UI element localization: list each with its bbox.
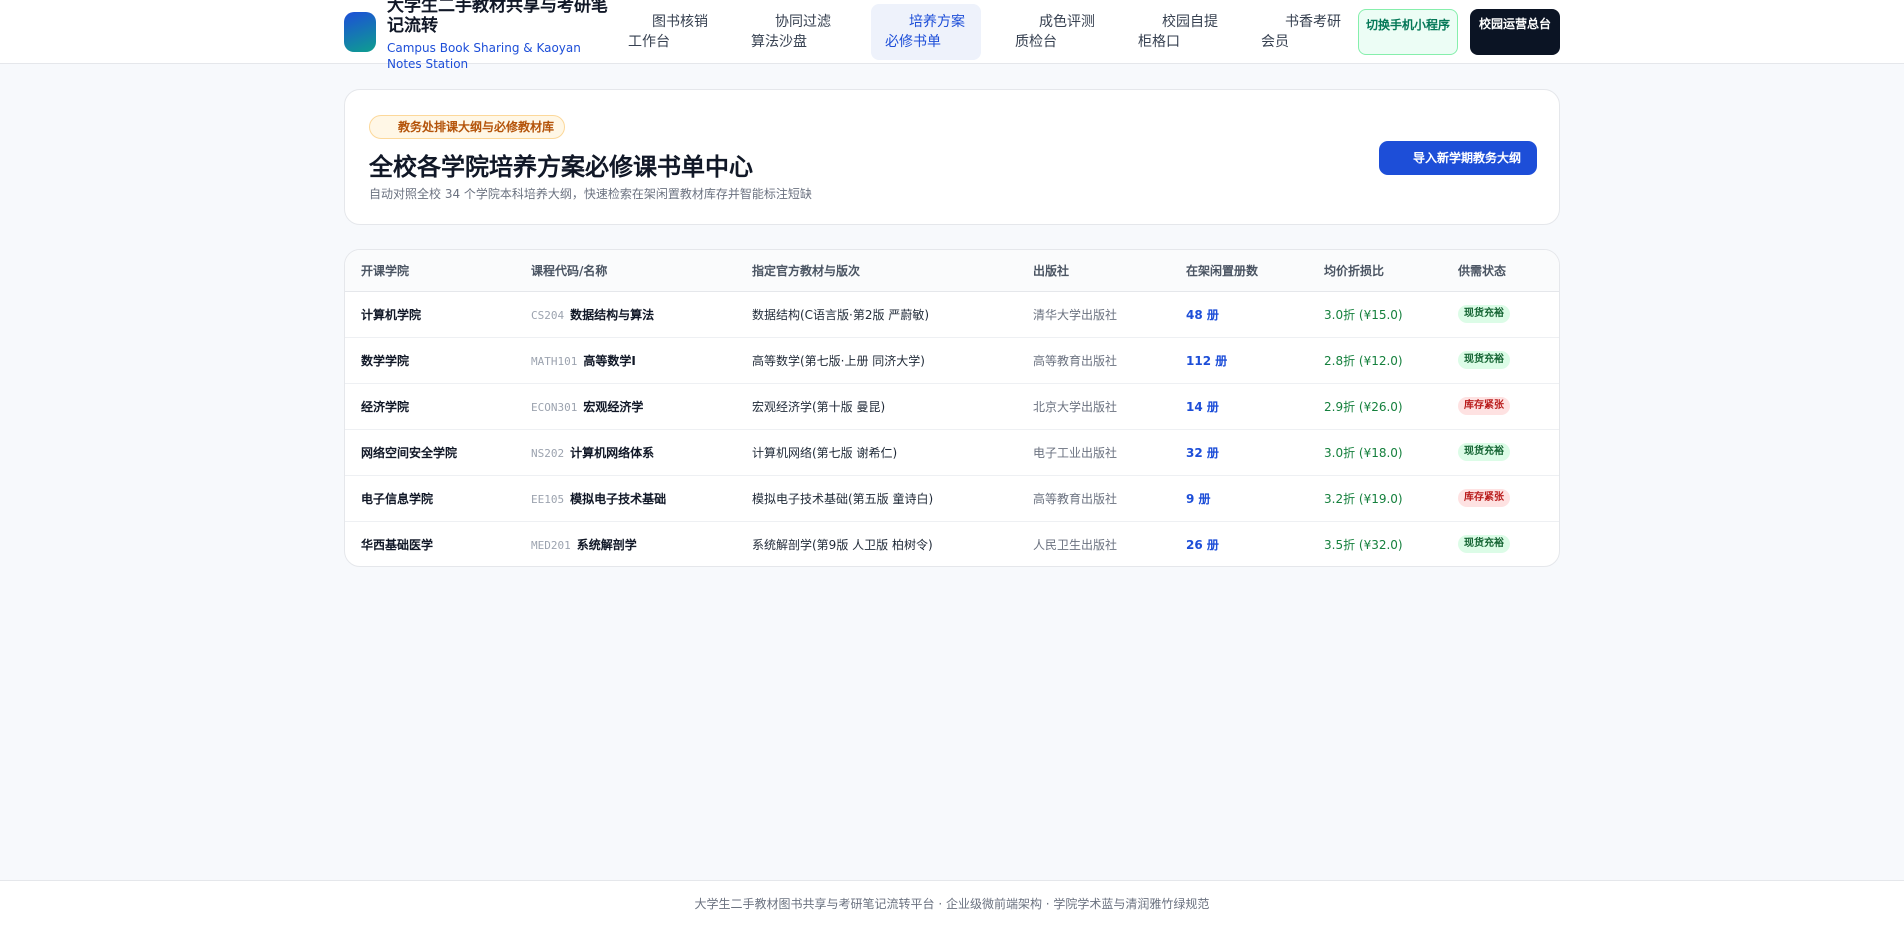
course-name: 宏观经济学 (583, 399, 644, 414)
cell-stock: 14 册 (1170, 383, 1308, 430)
header-inner: 大学生二手教材共享与考研笔记流转 Campus Book Sharing & K… (344, 0, 1560, 71)
hero-badge: 教务处排课大纲与必修教材库 (369, 115, 565, 139)
cell-textbook: 宏观经济学(第十版 曼昆) (736, 383, 1017, 430)
cell-status: 库存紧张 (1442, 475, 1559, 522)
nav-item-checkout-workbench[interactable]: 图书核销工作台 (614, 4, 724, 60)
cell-status: 库存紧张 (1442, 383, 1559, 430)
cell-publisher: 清华大学出版社 (1017, 291, 1170, 338)
top-header: 大学生二手教材共享与考研笔记流转 Campus Book Sharing & K… (0, 0, 1904, 71)
table-row[interactable]: 电子信息学院 EE105 模拟电子技术基础 模拟电子技术基础(第五版 童诗白) 高等教育… (345, 475, 1559, 522)
cell-stock: 26 册 (1186, 537, 1219, 552)
cell-course: NS202 计算机网络体系 (515, 429, 736, 476)
course-name: 模拟电子技术基础 (570, 491, 667, 506)
course-code: ECON301 (531, 400, 578, 414)
cell-course: ECON301 宏观经济学 (515, 383, 736, 430)
page-title: 全校各学院培养方案必修课书单中心 (369, 153, 753, 181)
cell-college: 网络空间安全学院 (345, 429, 515, 476)
page-description: 自动对照全校 34 个学院本科培养大纲，快速检索在架闲置教材库存并智能标注短缺 (369, 187, 812, 201)
cell-discount: 2.9折 (¥26.0) (1308, 383, 1442, 430)
column-header: 课程代码/名称 (515, 250, 736, 292)
cell-discount: 3.0折 (¥15.0) (1308, 291, 1442, 338)
cell-discount: 3.0折 (¥18.0) (1308, 429, 1442, 476)
cell-textbook: 计算机网络(第七版 谢希仁) (736, 429, 1017, 476)
nav-item-member[interactable]: 书香考研会员 (1247, 4, 1355, 60)
brand-subtitle: Campus Book Sharing & Kaoyan Notes Stati… (387, 41, 581, 71)
cell-college: 电子信息学院 (345, 475, 515, 522)
cell-stock: 32 册 (1170, 429, 1308, 476)
nav-item-required-booklist[interactable]: 培养方案必修书单 (871, 4, 981, 60)
ops-console-button[interactable]: 校园运营总台 (1470, 9, 1560, 55)
cell-course: MATH101 高等数学I (515, 337, 736, 384)
column-header: 均价折损比 (1308, 250, 1442, 292)
column-header: 在架闲置册数 (1170, 250, 1308, 292)
footer: 大学生二手教材图书共享与考研笔记流转平台 · 企业级微前端架构 · 学院学术蓝与… (0, 880, 1904, 929)
cell-status: 现货充裕 (1442, 429, 1559, 476)
cell-status: 现货充裕 (1442, 521, 1559, 566)
nav-item-condition-qc[interactable]: 成色评测质检台 (1001, 4, 1111, 60)
cell-discount: 3.5折 (¥32.0) (1324, 537, 1403, 552)
course-code: EE105 (531, 492, 565, 506)
cell-college: 数学学院 (345, 337, 515, 384)
brand-title: 大学生二手教材共享与考研笔记流转 (387, 0, 608, 36)
cell-publisher: 高等教育出版社 (1017, 337, 1170, 384)
import-syllabus-button[interactable]: 导入新学期教务大纲 (1379, 141, 1537, 175)
booklist-table: 开课学院 课程代码/名称 指定官方教材与版次 出版社 在架闲置册数 均价折损比 … (345, 250, 1559, 566)
column-header: 供需状态 (1442, 250, 1559, 292)
brand-logo-icon (344, 12, 376, 52)
course-name: 系统解剖学 (576, 537, 637, 552)
course-name: 数据结构与算法 (570, 307, 655, 322)
cell-publisher: 人民卫生出版社 (1033, 537, 1118, 552)
cell-publisher: 北京大学出版社 (1017, 383, 1170, 430)
cell-status: 现货充裕 (1442, 291, 1559, 338)
course-code: MATH101 (531, 354, 578, 368)
course-code: NS202 (531, 446, 565, 460)
cell-status: 现货充裕 (1442, 337, 1559, 384)
status-badge: 现货充裕 (1458, 443, 1510, 461)
table-header-row: 开课学院 课程代码/名称 指定官方教材与版次 出版社 在架闲置册数 均价折损比 … (345, 250, 1559, 292)
cell-course: MED201 系统解剖学 (515, 521, 736, 566)
cell-publisher: 电子工业出版社 (1017, 429, 1170, 476)
course-name: 计算机网络体系 (570, 445, 655, 460)
status-badge: 库存紧张 (1458, 397, 1510, 415)
cell-college: 华西基础医学 (361, 537, 434, 552)
cell-stock: 112 册 (1170, 337, 1308, 384)
cell-textbook: 高等数学(第七版·上册 同济大学) (736, 337, 1017, 384)
cell-discount: 3.2折 (¥19.0) (1308, 475, 1442, 522)
cell-college: 计算机学院 (345, 291, 515, 338)
course-code: CS204 (531, 308, 565, 322)
column-header: 出版社 (1017, 250, 1170, 292)
cell-textbook: 数据结构(C语言版·第2版 严蔚敏) (736, 291, 1017, 338)
switch-miniprogram-button[interactable]: 切换手机小程序 (1358, 9, 1458, 55)
status-badge: 库存紧张 (1458, 489, 1510, 507)
nav-item-cf-sandbox[interactable]: 协同过滤算法沙盘 (737, 4, 847, 60)
column-header: 开课学院 (345, 250, 515, 292)
status-badge: 现货充裕 (1458, 535, 1510, 554)
cell-discount: 2.8折 (¥12.0) (1308, 337, 1442, 384)
booklist-table-card: 开课学院 课程代码/名称 指定官方教材与版次 出版社 在架闲置册数 均价折损比 … (344, 249, 1560, 567)
cell-course: EE105 模拟电子技术基础 (515, 475, 736, 522)
table-row[interactable]: 经济学院 ECON301 宏观经济学 宏观经济学(第十版 曼昆) 北京大学出版社 14 册… (345, 383, 1559, 430)
cell-stock: 9 册 (1170, 475, 1308, 522)
cell-course: CS204 数据结构与算法 (515, 291, 736, 338)
course-code: MED201 (531, 538, 571, 552)
course-name: 高等数学I (583, 353, 636, 368)
cell-textbook: 模拟电子技术基础(第五版 童诗白) (736, 475, 1017, 522)
hero-card: 教务处排课大纲与必修教材库 全校各学院培养方案必修课书单中心 自动对照全校 34… (344, 89, 1560, 225)
cell-textbook: 系统解剖学(第9版 人卫版 柏树令) (752, 537, 933, 552)
status-badge: 现货充裕 (1458, 305, 1510, 323)
cell-college: 经济学院 (345, 383, 515, 430)
column-header: 指定官方教材与版次 (736, 250, 1017, 292)
table-row[interactable]: 计算机学院 CS204 数据结构与算法 数据结构(C语言版·第2版 严蔚敏) 清华大学出… (345, 291, 1559, 338)
cell-publisher: 高等教育出版社 (1017, 475, 1170, 522)
nav-item-pickup-locker[interactable]: 校园自提柜格口 (1124, 4, 1234, 60)
table-row[interactable]: 网络空间安全学院 NS202 计算机网络体系 计算机网络(第七版 谢希仁) 电子工业出版… (345, 429, 1559, 476)
status-badge: 现货充裕 (1458, 351, 1510, 369)
table-row[interactable]: 数学学院 MATH101 高等数学I 高等数学(第七版·上册 同济大学) 高等教育出版社… (345, 337, 1559, 384)
table-row[interactable]: 华西基础医学 MED201 系统解剖学 系统解剖学(第9版 人卫版 柏树令) 人民卫生出… (345, 521, 1559, 566)
cell-stock: 48 册 (1170, 291, 1308, 338)
